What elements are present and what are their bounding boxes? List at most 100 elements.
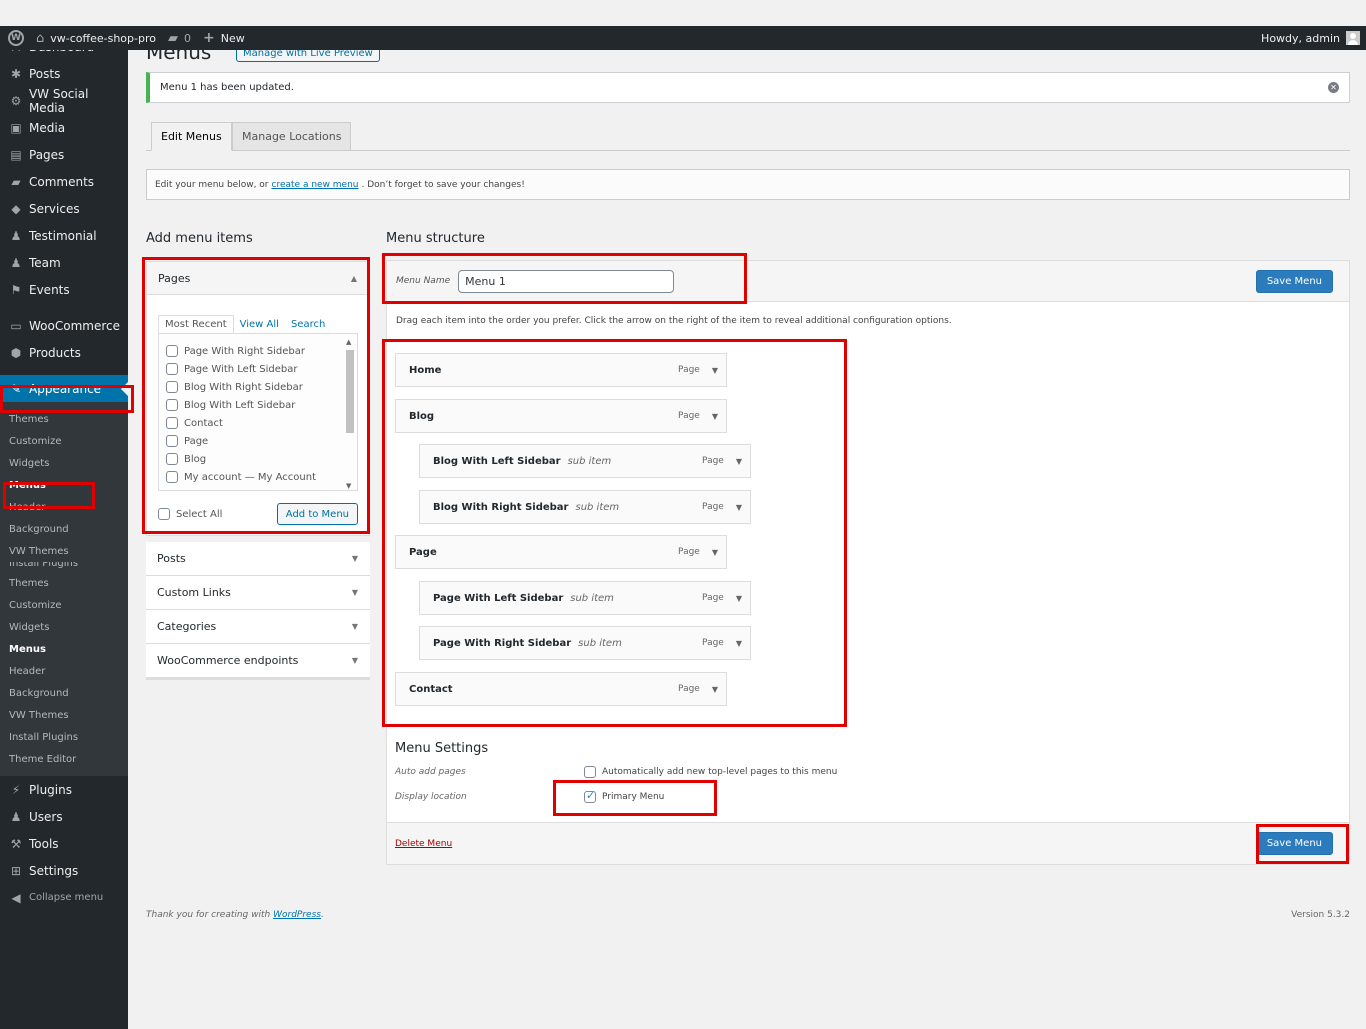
expand-arrow-icon[interactable]: ▼ [736,639,742,648]
delete-menu-link[interactable]: Delete Menu [395,839,452,849]
tab-view-all[interactable]: View All [234,316,285,333]
footer-thanks: Thank you for creating with WordPress. [146,910,324,920]
categories-section[interactable]: Categories ▼ [146,610,370,644]
submenu-background[interactable]: Background [0,682,128,704]
menu-item-row[interactable]: Page With Right Sidebar sub item Page ▼ [419,626,751,660]
save-menu-button-top[interactable]: Save Menu [1255,269,1333,293]
menu-item-row[interactable]: Page Page ▼ [395,535,727,569]
tab-most-recent[interactable]: Most Recent [158,315,234,333]
page-checkbox-item[interactable]: Blog With Left Sidebar [166,396,357,414]
new-content-link[interactable]: + New [197,26,251,50]
pages-section-toggle[interactable]: Pages ▲ [147,262,369,295]
page-checkbox-item[interactable]: Blog With Right Sidebar [166,378,357,396]
sidebar-item-posts[interactable]: ✱ Posts [0,60,128,87]
primary-menu-checkbox[interactable] [584,789,596,803]
site-name-link[interactable]: ⌂ vw-coffee-shop-pro [30,26,162,50]
menu-item-row[interactable]: Blog Page ▼ [395,399,727,433]
wordpress-link[interactable]: WordPress [273,910,321,920]
custom-links-section[interactable]: Custom Links ▼ [146,576,370,610]
checkbox[interactable] [166,399,178,411]
submenu-customize[interactable]: Customize [0,594,128,616]
sidebar-item-media[interactable]: ▣ Media [0,114,128,141]
expand-arrow-icon[interactable]: ▼ [712,685,718,694]
tab-edit-menus[interactable]: Edit Menus [151,122,232,151]
checkbox[interactable] [166,453,178,465]
save-menu-button-bottom[interactable]: Save Menu [1255,832,1333,855]
checkbox[interactable] [166,345,178,357]
menu-name-input[interactable]: Menu 1 [458,269,675,293]
submenu-install-plugins[interactable]: Install Plugins [0,562,128,572]
sidebar-item-appearance[interactable]: ✎ Appearance [0,375,128,402]
page-checkbox-item[interactable]: Page With Right Sidebar [166,342,357,360]
submenu-themes[interactable]: Themes [0,408,128,430]
page-checkbox-item[interactable]: Page With Left Sidebar [166,360,357,378]
page-checkbox-item[interactable]: Blog [166,450,357,468]
posts-section[interactable]: Posts ▼ [146,542,370,576]
submenu-menus[interactable]: Menus [0,474,128,496]
sidebar-item-users[interactable]: ♟ Users [0,803,128,830]
expand-arrow-icon[interactable]: ▼ [736,594,742,603]
checkbox[interactable] [166,435,178,447]
scroll-down-icon[interactable]: ▼ [346,482,351,490]
submenu-widgets[interactable]: Widgets [0,452,128,474]
page-checkbox-item[interactable]: Contact [166,414,357,432]
sidebar-item-products[interactable]: ⬢ Products [0,339,128,366]
sidebar-item-plugins[interactable]: ⚡ Plugins [0,776,128,803]
submenu-themes[interactable]: Themes [0,572,128,594]
expand-arrow-icon[interactable]: ▼ [712,412,718,421]
scroll-up-icon[interactable]: ▲ [346,338,351,346]
submenu-vw-themes[interactable]: VW Themes [0,704,128,726]
checkbox[interactable] [166,381,178,393]
submenu-theme-editor[interactable]: Theme Editor [0,748,128,770]
submenu-customize[interactable]: Customize [0,430,128,452]
sidebar-item-pages[interactable]: ▤ Pages [0,141,128,168]
page-checkbox-item[interactable]: My account — My Account [166,468,357,486]
submenu-widgets[interactable]: Widgets [0,616,128,638]
menu-item-row[interactable]: Blog With Right Sidebar sub item Page ▼ [419,490,751,524]
collapse-menu-button[interactable]: ◀ Collapse menu [0,884,128,911]
comments-link[interactable]: ▰ 0 [162,26,197,50]
sidebar-item-vw-social-media[interactable]: ⚙ VW Social Media [0,87,128,115]
checkbox[interactable] [166,363,178,375]
expand-arrow-icon[interactable]: ▼ [712,366,718,375]
sidebar-item-tools[interactable]: ⚒ Tools [0,830,128,857]
submenu-header[interactable]: Header [0,660,128,682]
add-to-menu-button[interactable]: Add to Menu [276,503,358,525]
create-new-menu-link[interactable]: create a new menu [272,180,359,190]
menu-item-row[interactable]: Contact Page ▼ [395,672,727,706]
menu-item-row[interactable]: Page With Left Sidebar sub item Page ▼ [419,581,751,615]
submenu-background[interactable]: Background [0,518,128,540]
media-icon: ▣ [10,120,22,135]
expand-arrow-icon[interactable]: ▼ [736,457,742,466]
sidebar-item-services[interactable]: ◆ Services [0,195,128,222]
auto-add-checkbox[interactable] [584,766,596,778]
page-checkbox-item[interactable]: Page [166,432,357,450]
sidebar-item-team[interactable]: ♟ Team [0,249,128,276]
sidebar-item-testimonial[interactable]: ♟ Testimonial [0,222,128,249]
account-menu[interactable]: Howdy, admin [1255,26,1366,50]
sidebar-item-comments[interactable]: ▰ Comments [0,168,128,195]
sidebar-item-events[interactable]: ⚑ Events [0,276,128,303]
expand-arrow-icon[interactable]: ▼ [712,548,718,557]
auto-add-option[interactable]: Automatically add new top-level pages to… [584,766,837,778]
submenu-menus[interactable]: Menus [0,638,128,660]
checkbox[interactable] [166,417,178,429]
tab-search[interactable]: Search [285,316,331,333]
select-all-checkbox[interactable] [158,508,170,520]
checkbox[interactable] [166,471,178,483]
menu-item-row[interactable]: Home Page ▼ [395,353,727,387]
primary-menu-option[interactable]: Primary Menu [584,789,664,803]
submenu-vw-themes[interactable]: VW Themes [0,540,128,562]
submenu-header[interactable]: Header [0,496,128,518]
sidebar-item-woocommerce[interactable]: ▭ WooCommerce [0,312,128,339]
scroll-thumb[interactable] [346,350,354,433]
menu-item-row[interactable]: Blog With Left Sidebar sub item Page ▼ [419,444,751,478]
woocommerce-endpoints-section[interactable]: WooCommerce endpoints ▼ [146,644,370,680]
tab-manage-locations[interactable]: Manage Locations [232,122,352,151]
submenu-install-plugins[interactable]: Install Plugins [0,726,128,748]
checklist-scrollbar[interactable]: ▲ ▼ [345,338,355,490]
wp-logo-menu[interactable]: W [0,26,30,50]
expand-arrow-icon[interactable]: ▼ [736,503,742,512]
dismiss-icon[interactable]: ✕ [1328,82,1339,93]
sidebar-item-settings[interactable]: ⊞ Settings [0,857,128,884]
